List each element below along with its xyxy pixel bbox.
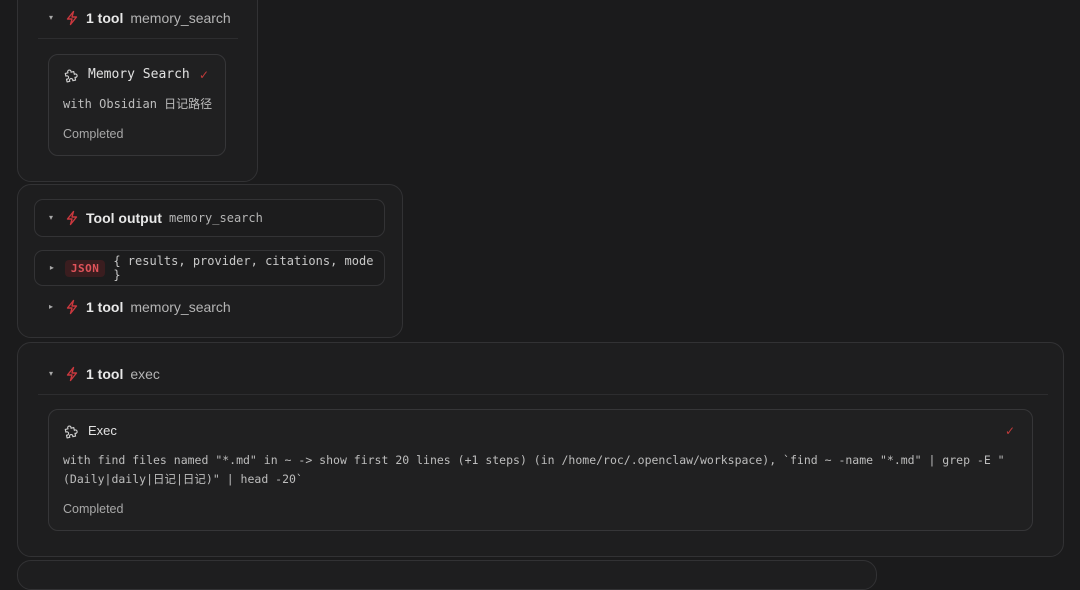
card-status: Completed: [63, 127, 124, 141]
check-icon: ✓: [1005, 424, 1016, 438]
tool-name: memory_search: [130, 10, 231, 26]
lightning-icon: [64, 10, 80, 26]
tool-summary-row-1[interactable]: ▾ 1 tool memory_search: [46, 3, 231, 33]
tool-count: 1 tool: [86, 10, 124, 26]
card-detail-line-1: with find files named "*.md" in ~ -> sho…: [63, 453, 1005, 467]
chevron-down-icon[interactable]: ▾: [46, 370, 56, 378]
json-badge: JSON: [64, 259, 106, 277]
chevron-right-icon[interactable]: ▸: [46, 303, 56, 311]
tool-summary-row-3[interactable]: ▾ 1 tool exec: [46, 359, 160, 389]
card-header: Exec: [63, 422, 117, 439]
card-status: Completed: [63, 502, 124, 516]
check-icon: ✓: [199, 68, 210, 82]
lightning-icon: [64, 210, 80, 226]
json-summary: { results, provider, citations, mode }: [113, 254, 374, 282]
tool-count: 1 tool: [86, 299, 124, 315]
divider: [38, 38, 238, 39]
tool-name: exec: [130, 366, 160, 382]
puzzle-icon: [63, 422, 80, 439]
tool-output-label: Tool output: [86, 210, 162, 226]
json-result-row[interactable]: ▸ JSON { results, provider, citations, m…: [34, 250, 385, 286]
lightning-icon: [64, 366, 80, 382]
divider: [38, 394, 1048, 395]
tool-name: memory_search: [168, 211, 263, 225]
card-detail: with Obsidian 日记路径: [63, 97, 213, 111]
card-header: Memory Search: [63, 66, 190, 83]
card-title: Exec: [88, 423, 117, 438]
tool-name: memory_search: [130, 299, 231, 315]
puzzle-icon: [63, 66, 80, 83]
card-detail-line-2: (Daily|daily|日记|日记)" | head -20`: [63, 472, 303, 486]
card-title: Memory Search: [88, 67, 190, 82]
chevron-down-icon[interactable]: ▾: [46, 14, 56, 22]
tool-group-4: [17, 560, 877, 590]
tool-count: 1 tool: [86, 366, 124, 382]
tool-output-header[interactable]: ▾ Tool output memory_search: [46, 203, 263, 233]
chevron-right-icon[interactable]: ▸: [47, 264, 57, 272]
tool-summary-row-2[interactable]: ▸ 1 tool memory_search: [46, 292, 231, 322]
chevron-down-icon[interactable]: ▾: [46, 214, 56, 222]
lightning-icon: [64, 299, 80, 315]
